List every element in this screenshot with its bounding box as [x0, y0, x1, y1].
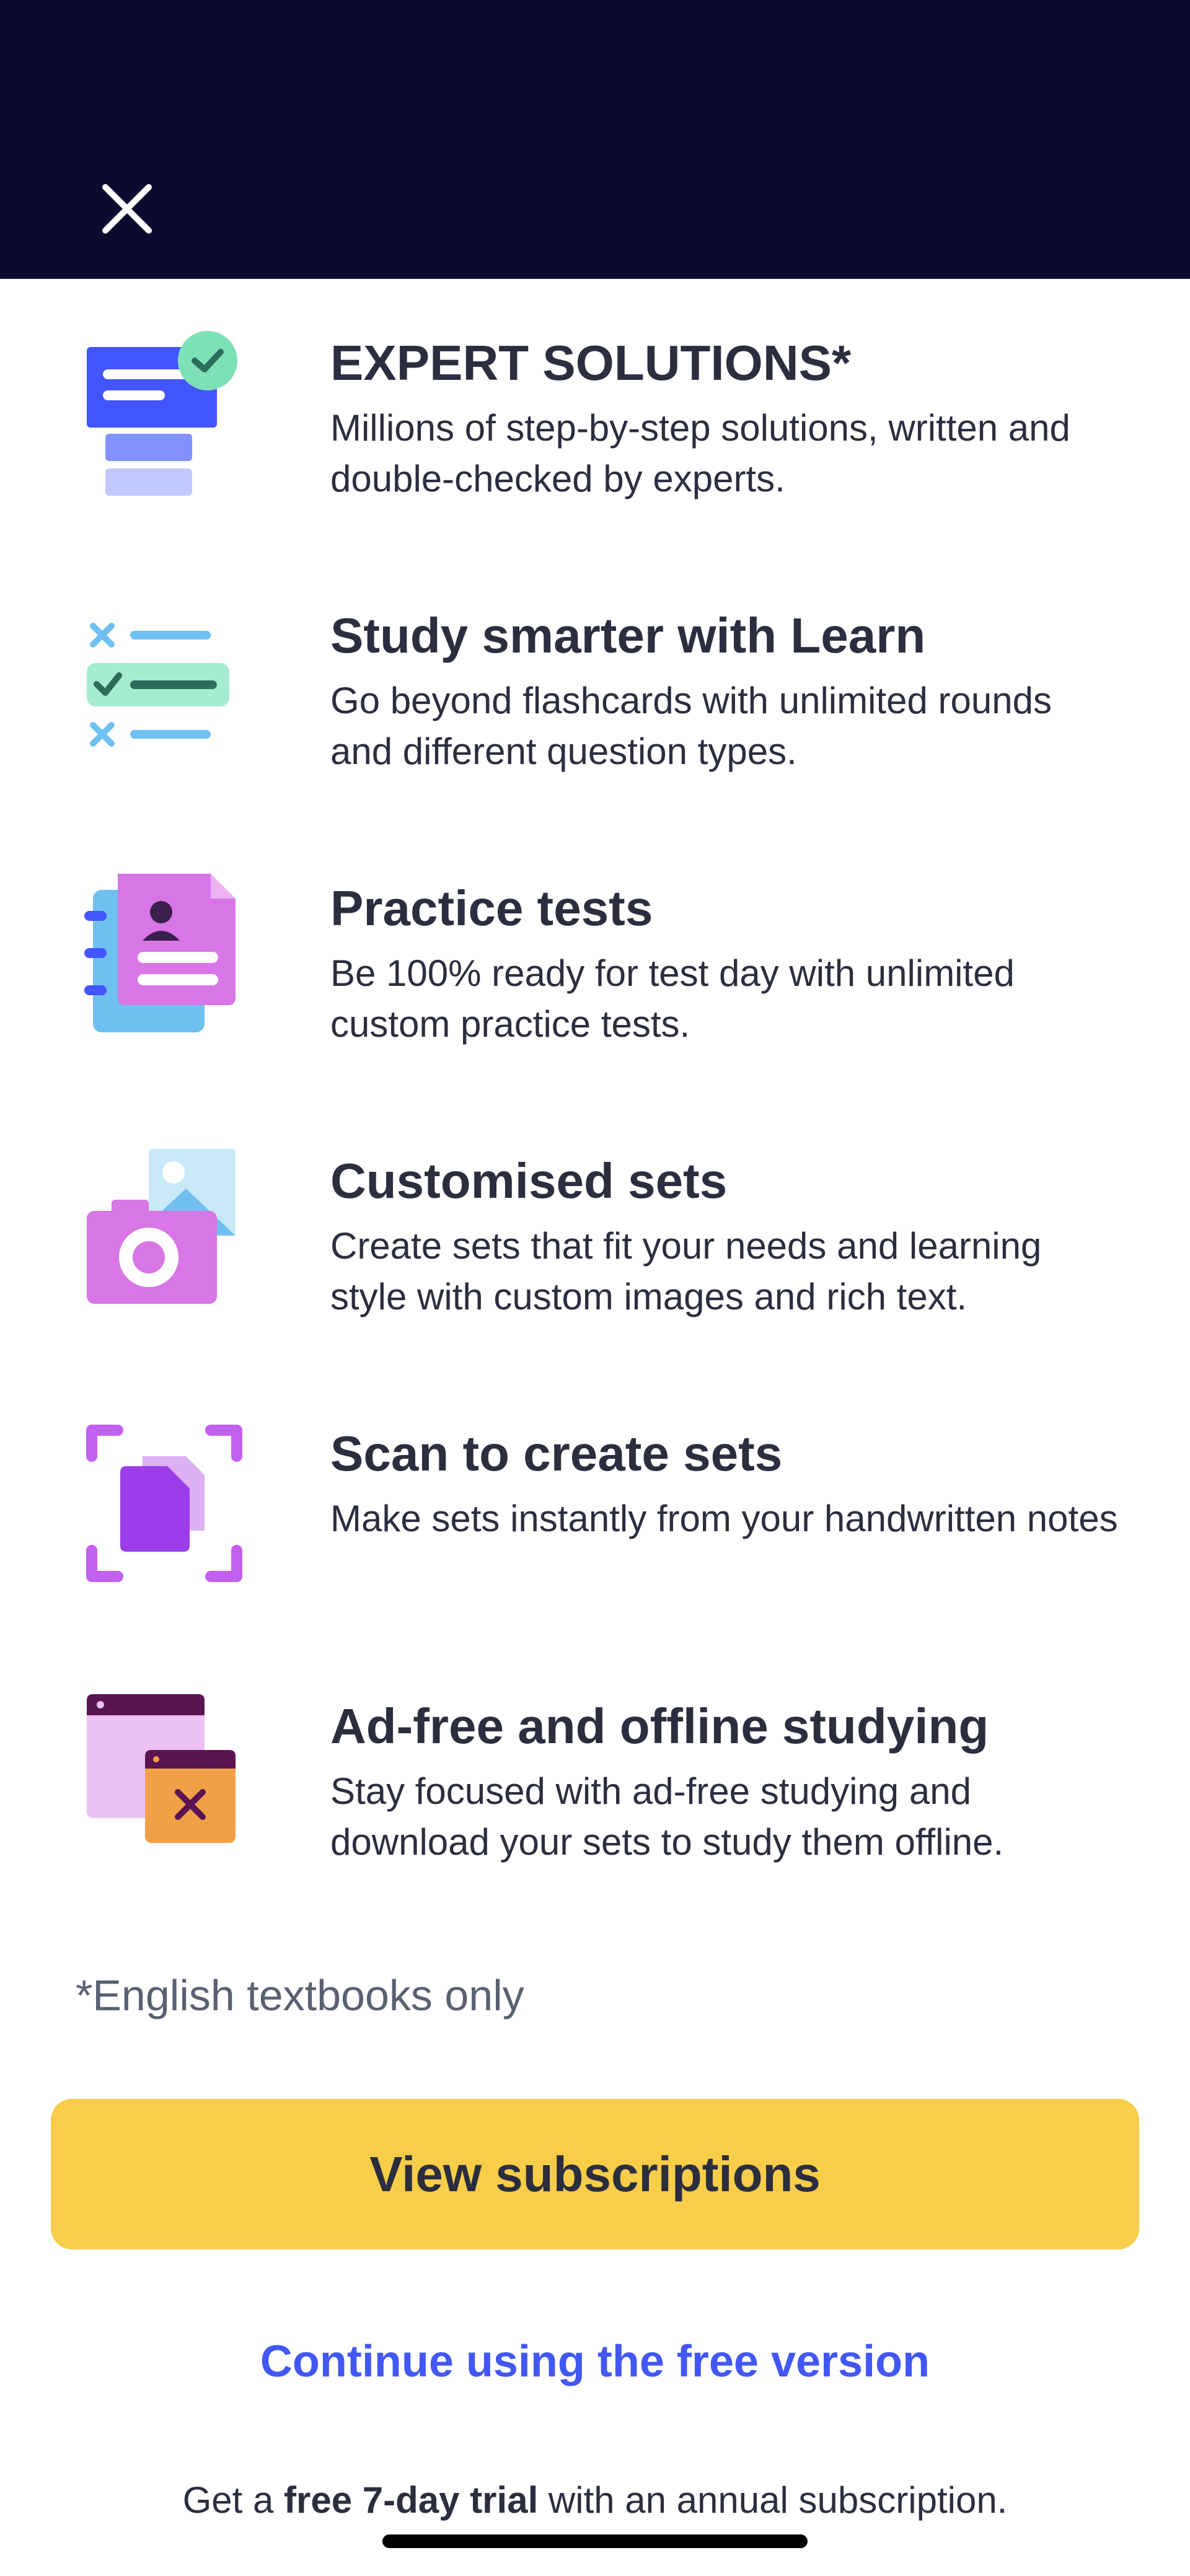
feature-description: Stay focused with ad-free studying and d… — [330, 1770, 1004, 1863]
continue-free-link[interactable]: Continue using the free version — [0, 2336, 1190, 2387]
status-icons — [899, 56, 1122, 89]
trial-note: Get a free 7-day trial with an annual su… — [0, 2479, 1190, 2521]
feature-item-learn: Study smarter with Learn Go beyond flash… — [0, 552, 1190, 824]
feature-item-customised-sets: Customised sets Create sets that fit you… — [0, 1097, 1190, 1369]
trial-suffix: with an annual subscription. — [538, 2479, 1008, 2521]
ad-free-icon — [87, 1694, 236, 1843]
view-subscriptions-button[interactable]: View subscriptions — [51, 2099, 1139, 2249]
feature-description: Go beyond flashcards with unlimited roun… — [330, 680, 1052, 772]
trial-prefix: Get a — [182, 2479, 284, 2521]
feature-description: Make sets instantly from your handwritte… — [330, 1498, 1118, 1539]
feature-description: Be 100% ready for test day with unlimite… — [330, 952, 1015, 1045]
feature-title: Scan to create sets — [330, 1426, 783, 1481]
trial-highlight: free 7-day trial — [284, 2479, 539, 2521]
feature-title: EXPERT SOLUTIONS* — [330, 335, 852, 390]
feature-title: Practice tests — [330, 881, 653, 936]
feature-item-practice-tests: Practice tests Be 100% ready for test da… — [0, 824, 1190, 1097]
footnote: *English textbooks only — [76, 1971, 524, 2020]
feature-item-scan-sets: Scan to create sets Make sets instantly … — [0, 1369, 1190, 1642]
learn-checklist-icon — [87, 623, 229, 747]
scan-document-icon — [86, 1425, 242, 1582]
feature-item-ad-free: Ad-free and offline studying Stay focuse… — [0, 1642, 1190, 1915]
header-bar: 9:41 — [0, 0, 1190, 279]
battery-icon — [1041, 59, 1122, 88]
practice-tests-icon — [84, 874, 236, 1032]
feature-description: Millions of step-by-step solutions, writ… — [330, 407, 1070, 499]
status-time: 9:41 — [99, 44, 196, 97]
feature-item-expert-solutions: EXPERT SOLUTIONS* Millions of step-by-st… — [0, 279, 1190, 552]
close-icon[interactable] — [99, 181, 155, 237]
cellular-signal-icon — [899, 57, 952, 89]
expert-solutions-icon — [87, 331, 237, 496]
feature-description: Create sets that fit your needs and lear… — [330, 1225, 1042, 1317]
wifi-icon — [970, 56, 1026, 89]
custom-images-icon — [87, 1149, 236, 1304]
feature-title: Customised sets — [330, 1153, 728, 1208]
feature-title: Ad-free and offline studying — [330, 1699, 989, 1754]
feature-title: Study smarter with Learn — [330, 608, 926, 663]
home-indicator — [382, 2534, 808, 2548]
